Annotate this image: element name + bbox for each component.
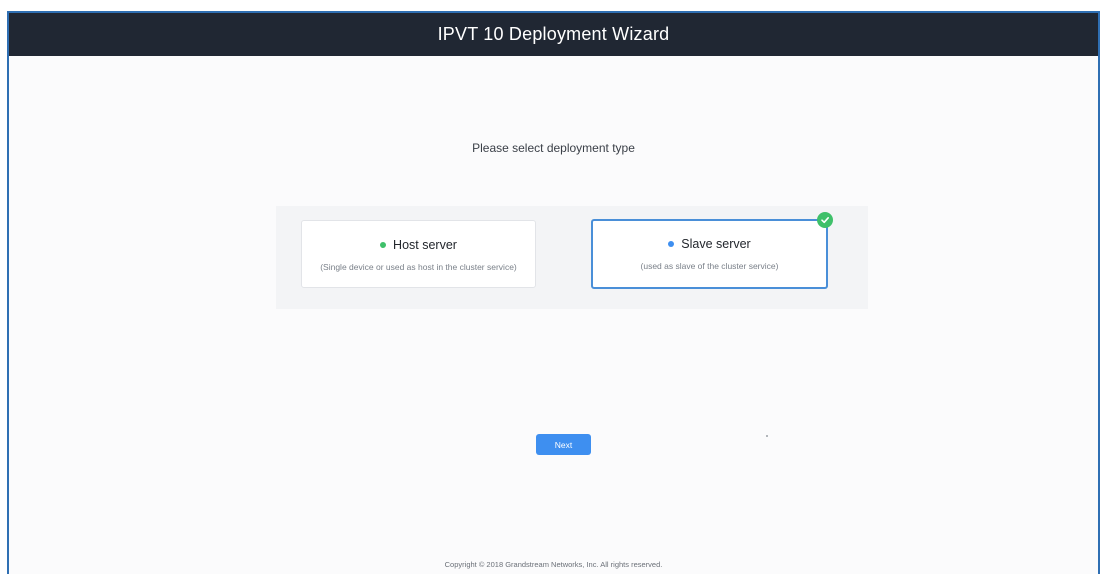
slave-server-option[interactable]: Slave server (used as slave of the clust… [591,219,828,289]
host-server-title: Host server [302,238,535,252]
slave-server-description: (used as slave of the cluster service) [640,261,779,271]
blue-dot-icon [668,241,675,247]
page-title: IPVT 10 Deployment Wizard [437,24,670,44]
slave-server-title: Slave server [593,237,826,251]
host-server-option[interactable]: Host server (Single device or used as ho… [301,220,536,288]
green-dot-icon [380,242,387,248]
deployment-type-prompt: Please select deployment type [472,141,635,155]
host-server-label: Host server [393,238,457,252]
copyright-footer: Copyright © 2018 Grandstream Networks, I… [444,560,663,569]
host-server-description: (Single device or used as host in the cl… [320,262,517,272]
stray-dot [766,435,768,437]
slave-server-label: Slave server [681,237,751,251]
title-bar: IPVT 10 Deployment Wizard [9,13,1098,56]
check-icon [817,212,833,228]
wizard-window: IPVT 10 Deployment Wizard Please select … [7,11,1100,574]
next-button[interactable]: Next [536,434,591,455]
